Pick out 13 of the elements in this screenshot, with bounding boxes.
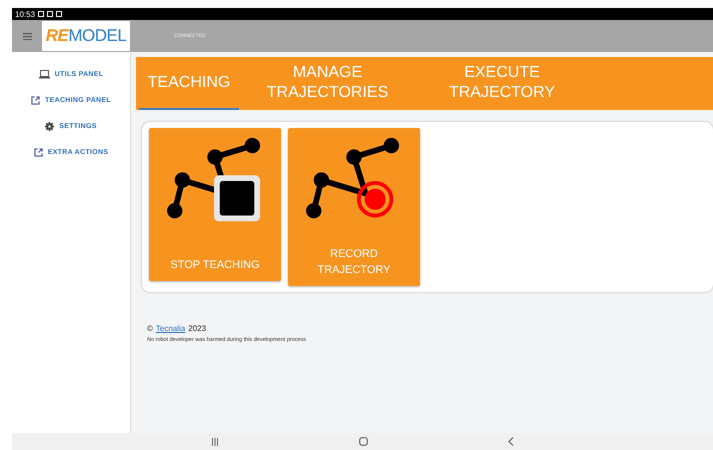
- clock: 10:53: [15, 10, 36, 18]
- settings-icon: [45, 122, 54, 130]
- external-link-icon: [34, 148, 43, 156]
- menu-icon[interactable]: [22, 32, 32, 40]
- external-link-icon: [31, 96, 40, 104]
- laptop-icon: [38, 70, 50, 78]
- tecnalia-link[interactable]: Tecnalia: [156, 324, 186, 333]
- copyright-year: 2023: [188, 324, 206, 333]
- back-icon[interactable]: [508, 437, 514, 446]
- copyright-sign: ©: [147, 324, 153, 333]
- logo: REMODEL: [42, 21, 130, 51]
- home-icon[interactable]: [359, 437, 368, 446]
- recent-apps-icon[interactable]: [211, 438, 219, 446]
